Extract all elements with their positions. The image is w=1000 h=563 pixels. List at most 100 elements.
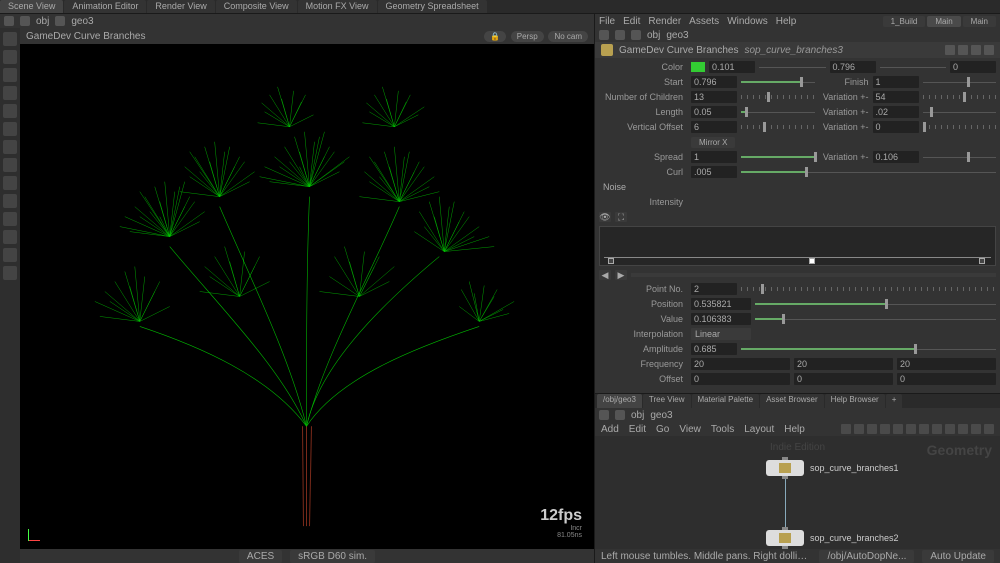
menu-go[interactable]: Go	[656, 424, 669, 435]
color-b-field[interactable]: 0	[950, 61, 996, 73]
color-swatch[interactable]	[691, 62, 705, 72]
tab-matpalette[interactable]: Material Palette	[692, 394, 760, 408]
tab-assetbrowser[interactable]: Asset Browser	[760, 394, 824, 408]
move-tool-icon[interactable]	[3, 50, 17, 64]
node-branches2[interactable]: sop_curve_branches2	[766, 530, 899, 546]
menu-layout[interactable]: Layout	[744, 424, 774, 435]
tool-icon[interactable]	[3, 212, 17, 226]
layout-main-2[interactable]: Main	[963, 16, 996, 27]
voffset-var-field[interactable]: 0	[873, 121, 919, 133]
tool-icon[interactable]	[3, 176, 17, 190]
persp-menu[interactable]: Persp	[511, 31, 544, 42]
tool-icon[interactable]	[3, 158, 17, 172]
offset-x-field[interactable]: 0	[691, 373, 790, 385]
tab-anim-editor[interactable]: Animation Editor	[64, 0, 146, 13]
camera-menu[interactable]: No cam	[548, 31, 588, 42]
net-icon[interactable]	[867, 424, 877, 434]
pin-icon[interactable]	[599, 30, 609, 40]
tab-network[interactable]: /obj/geo3	[597, 394, 642, 408]
net-icon[interactable]	[945, 424, 955, 434]
path-node[interactable]: geo3	[666, 30, 688, 41]
mirror-x-button[interactable]: Mirror X	[691, 137, 735, 148]
path-root[interactable]: obj	[647, 30, 660, 41]
tab-composite[interactable]: Composite View	[216, 0, 297, 13]
freq-z-field[interactable]: 20	[897, 358, 996, 370]
net-icon[interactable]	[919, 424, 929, 434]
spread-slider[interactable]	[741, 151, 815, 163]
offset-y-field[interactable]: 0	[794, 373, 893, 385]
position-field[interactable]: 0.535821	[691, 298, 751, 310]
tool-icon[interactable]	[3, 266, 17, 280]
spread-field[interactable]: 1	[691, 151, 737, 163]
tool-icon[interactable]	[3, 104, 17, 118]
menu-edit[interactable]: Edit	[629, 424, 646, 435]
intensity-ramp[interactable]	[599, 226, 996, 266]
net-icon[interactable]	[958, 424, 968, 434]
back-icon[interactable]	[615, 30, 625, 40]
path-root[interactable]: obj	[631, 410, 644, 421]
net-icon[interactable]	[880, 424, 890, 434]
net-icon[interactable]	[893, 424, 903, 434]
home-icon[interactable]	[20, 16, 30, 26]
tab-scene-view[interactable]: Scene View	[0, 0, 63, 13]
colorspace-menu[interactable]: ACES	[239, 550, 282, 563]
tool-icon[interactable]	[3, 230, 17, 244]
lock-icon[interactable]: 🔒	[484, 31, 506, 42]
path-root[interactable]: obj	[36, 16, 49, 27]
ramp-prev-icon[interactable]: ◀	[599, 270, 611, 280]
value-field[interactable]: 0.106383	[691, 313, 751, 325]
length-field[interactable]: 0.05	[691, 106, 737, 118]
net-icon[interactable]	[984, 424, 994, 434]
freq-y-field[interactable]: 20	[794, 358, 893, 370]
node-name-field[interactable]: sop_curve_branches3	[745, 45, 843, 56]
color-r-slider[interactable]	[759, 61, 826, 73]
children-var-slider[interactable]	[923, 91, 997, 103]
back-icon[interactable]	[615, 410, 625, 420]
tool-icon[interactable]	[3, 248, 17, 262]
net-icon[interactable]	[932, 424, 942, 434]
node-icon[interactable]	[55, 16, 65, 26]
menu-windows[interactable]: Windows	[727, 16, 768, 27]
menu-edit[interactable]: Edit	[623, 16, 640, 27]
pin-icon[interactable]	[4, 16, 14, 26]
amplitude-field[interactable]: 0.685	[691, 343, 737, 355]
tool-icon[interactable]	[3, 122, 17, 136]
start-slider[interactable]	[741, 76, 815, 88]
pointno-field[interactable]: 2	[691, 283, 737, 295]
network-canvas[interactable]: Geometry Indie Edition sop_curve_branche…	[595, 436, 1000, 563]
curl-slider[interactable]	[741, 166, 996, 178]
spread-var-slider[interactable]	[923, 151, 997, 163]
color-g-field[interactable]: 0.796	[830, 61, 876, 73]
interp-dropdown[interactable]: Linear	[691, 328, 751, 340]
color-r-field[interactable]: 0.101	[709, 61, 755, 73]
select-tool-icon[interactable]	[3, 32, 17, 46]
menu-view[interactable]: View	[679, 424, 701, 435]
auto-update-button[interactable]: Auto Update	[922, 550, 994, 563]
forward-icon[interactable]	[631, 30, 641, 40]
reload-icon[interactable]	[958, 45, 968, 55]
net-icon[interactable]	[971, 424, 981, 434]
tab-add-icon[interactable]: +	[886, 394, 903, 408]
tab-treeview[interactable]: Tree View	[643, 394, 691, 408]
gear-icon[interactable]	[945, 45, 955, 55]
tab-geo-spreadsheet[interactable]: Geometry Spreadsheet	[378, 0, 487, 13]
net-icon[interactable]	[854, 424, 864, 434]
voffset-var-slider[interactable]	[923, 121, 997, 133]
finish-slider[interactable]	[923, 76, 997, 88]
layout-main[interactable]: Main	[927, 16, 960, 27]
voffset-field[interactable]: 6	[691, 121, 737, 133]
net-icon[interactable]	[906, 424, 916, 434]
rotate-tool-icon[interactable]	[3, 68, 17, 82]
tab-render-view[interactable]: Render View	[147, 0, 214, 13]
finish-field[interactable]: 1	[873, 76, 919, 88]
value-slider[interactable]	[755, 313, 996, 325]
freq-x-field[interactable]: 20	[691, 358, 790, 370]
scale-tool-icon[interactable]	[3, 86, 17, 100]
net-icon[interactable]	[841, 424, 851, 434]
length-var-field[interactable]: .02	[873, 106, 919, 118]
ramp-next-icon[interactable]: ▶	[615, 270, 627, 280]
menu-assets[interactable]: Assets	[689, 16, 719, 27]
menu-file[interactable]: File	[599, 16, 615, 27]
menu-tools[interactable]: Tools	[711, 424, 734, 435]
children-slider[interactable]	[741, 91, 815, 103]
